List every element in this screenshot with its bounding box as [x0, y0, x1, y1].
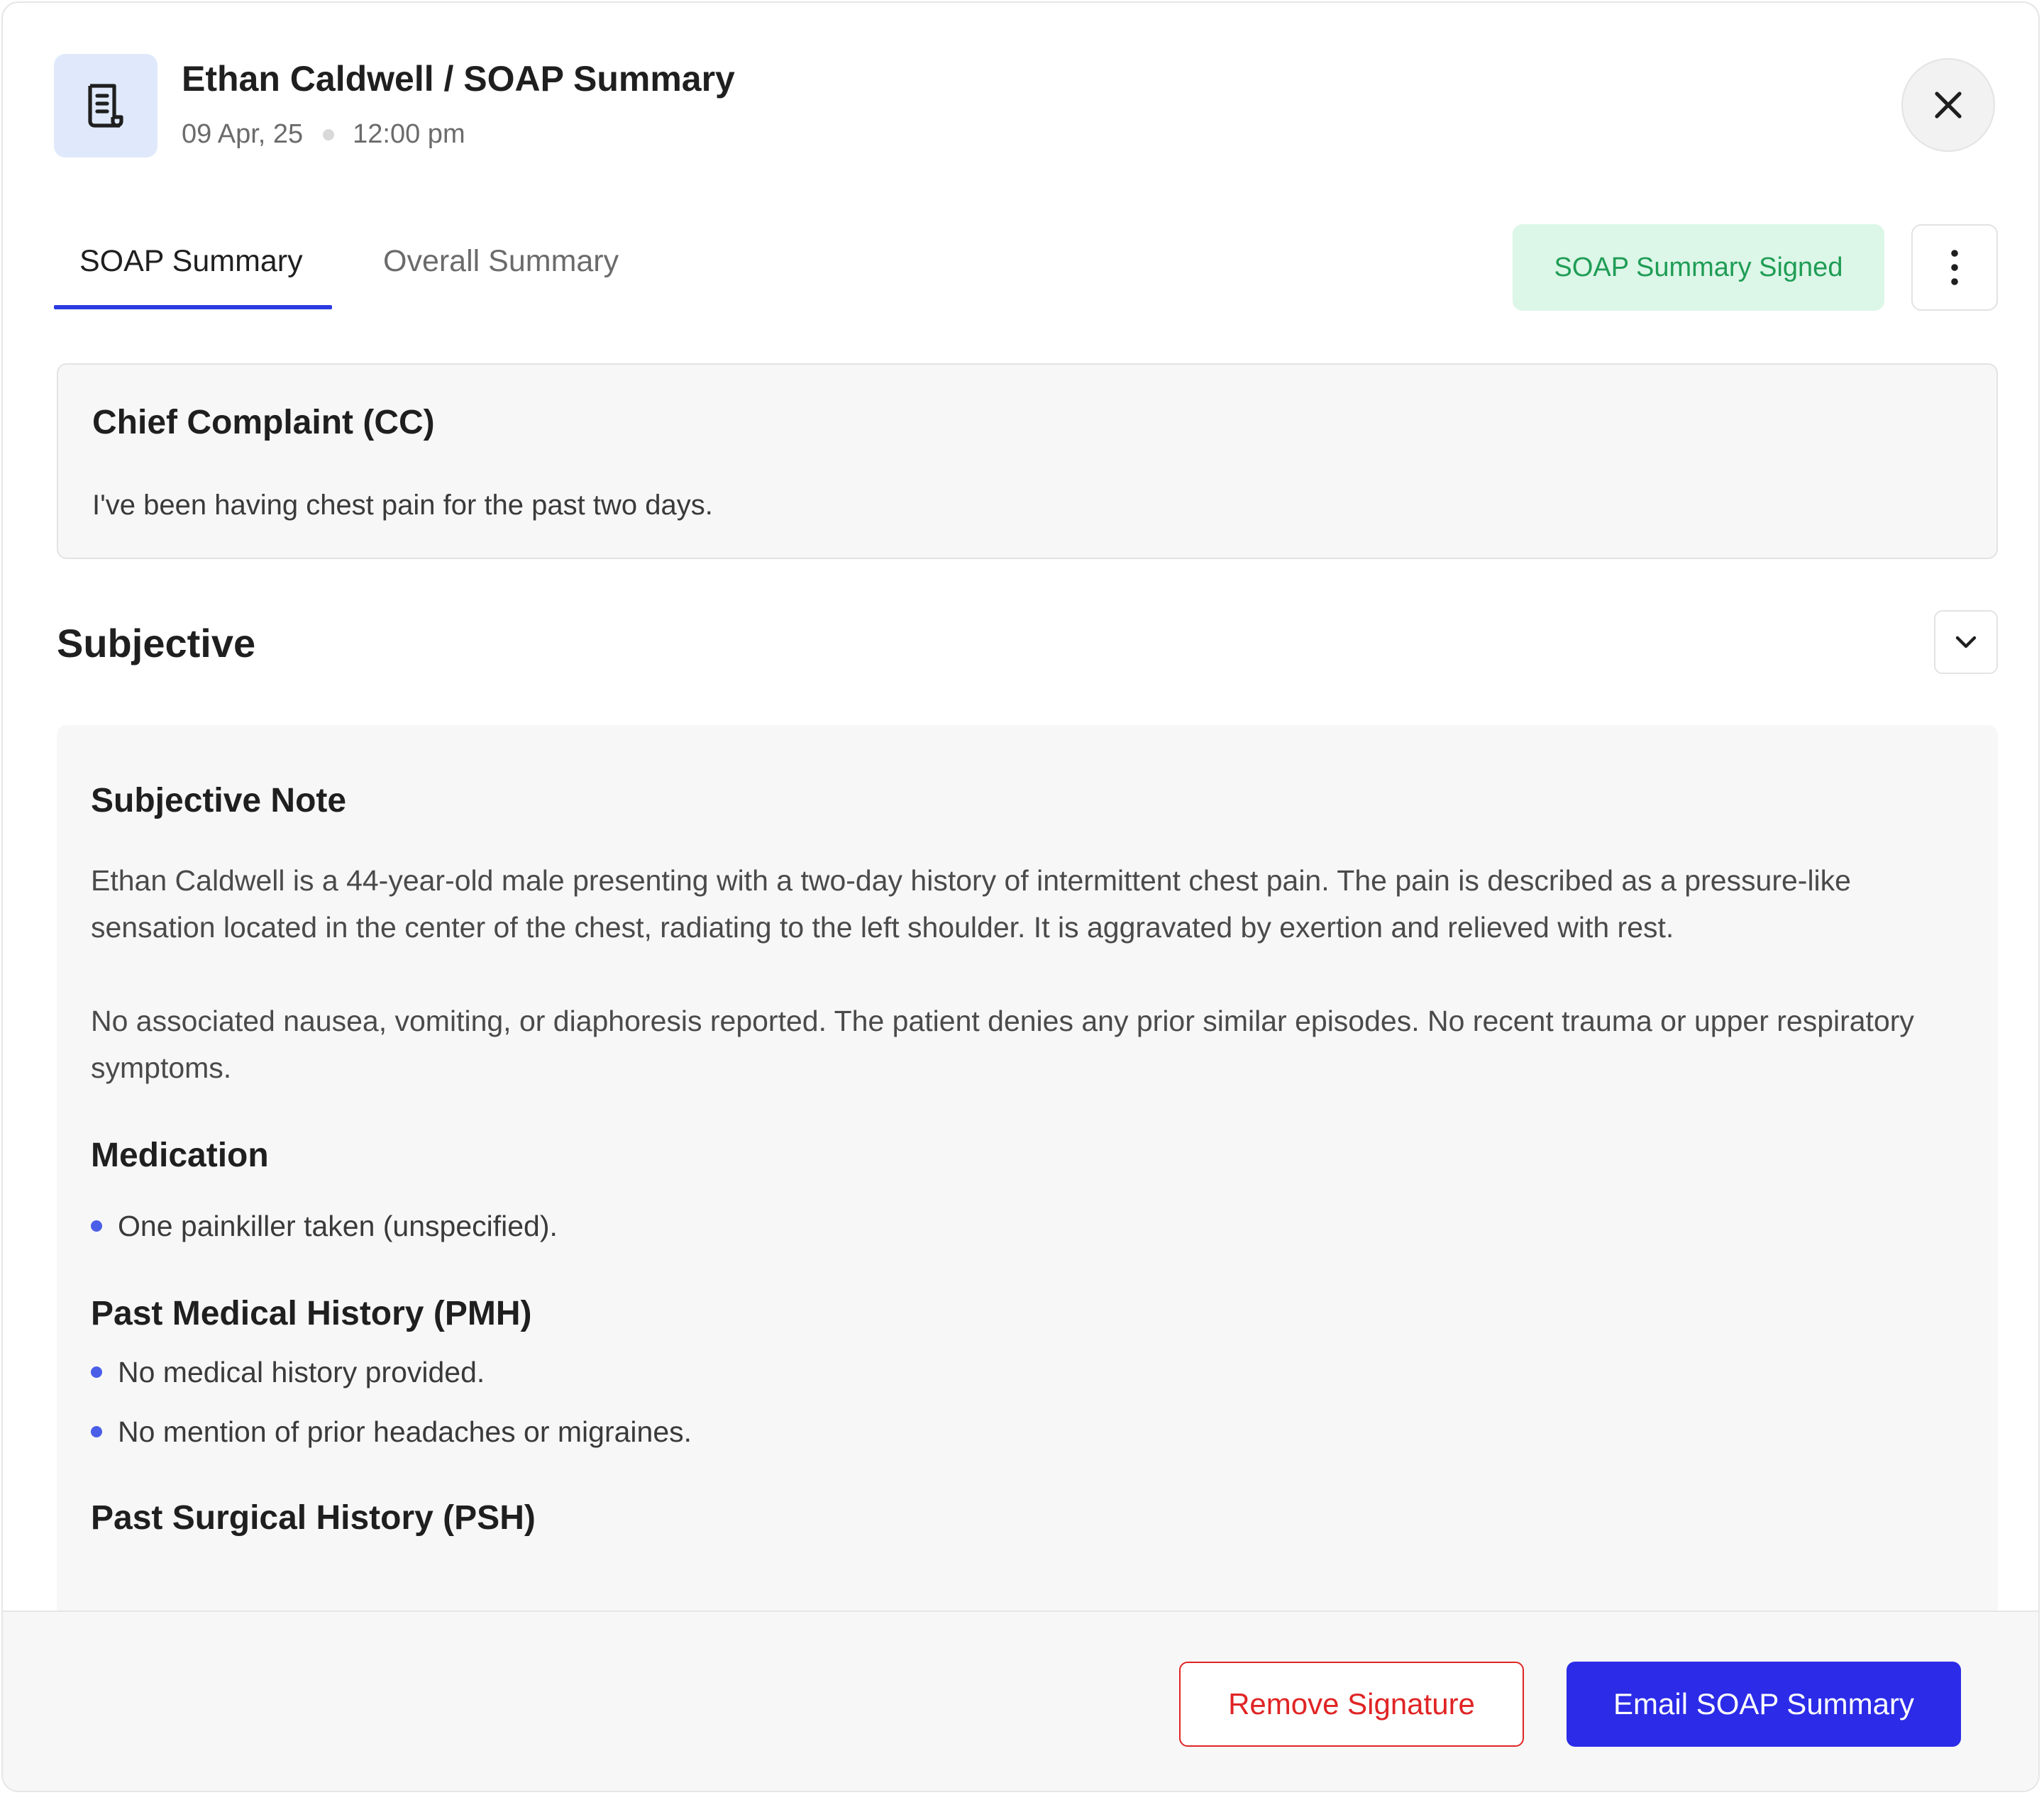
date-text: 09 Apr, 25: [182, 119, 304, 149]
subjective-note-title: Subjective Note: [91, 782, 347, 819]
medication-title: Medication: [91, 1136, 269, 1174]
psh-title: Past Surgical History (PSH): [91, 1498, 536, 1537]
more-options-button[interactable]: [1911, 224, 1998, 311]
pmh-item-text: No mention of prior headaches or migrain…: [118, 1415, 692, 1448]
bullet-dot: [91, 1425, 102, 1437]
footer-bar: Remove Signature Email SOAP Summary: [3, 1611, 2038, 1791]
subjective-paragraph: No associated nausea, vomiting, or diaph…: [91, 1004, 1914, 1084]
subjective-toggle-button[interactable]: [1934, 610, 1998, 674]
list-item: No mention of prior headaches or migrain…: [91, 1408, 1971, 1455]
medication-item-text: One painkiller taken (unspecified).: [118, 1210, 558, 1243]
list-item: No medical history provided.: [91, 1349, 1971, 1396]
bullet-dot: [91, 1366, 102, 1378]
close-button[interactable]: [1901, 58, 1995, 152]
chief-complaint-title: Chief Complaint (CC): [92, 404, 435, 441]
bullet-dot: [91, 1220, 102, 1232]
separator-dot: [323, 128, 335, 140]
chevron-down-icon: [1955, 636, 1977, 648]
status-badge: SOAP Summary Signed: [1513, 224, 1884, 311]
timestamp: 09 Apr, 25 12:00 pm: [182, 119, 465, 150]
tab-overall-summary[interactable]: Overall Summary: [383, 244, 619, 279]
active-tab-indicator: [54, 305, 332, 309]
chief-complaint-text: I've been having chest pain for the past…: [92, 490, 713, 521]
email-soap-summary-button[interactable]: Email SOAP Summary: [1567, 1662, 1961, 1747]
chief-complaint-card: Chief Complaint (CC) I've been having ch…: [57, 363, 1998, 559]
subjective-section-title: Subjective: [57, 621, 256, 665]
soap-summary-modal: Ethan Caldwell / SOAP Summary 09 Apr, 25…: [1, 1, 2040, 1792]
remove-signature-button[interactable]: Remove Signature: [1179, 1662, 1524, 1747]
pmh-title: Past Medical History (PMH): [91, 1295, 532, 1333]
time-text: 12:00 pm: [353, 119, 465, 149]
more-vertical-icon: [1951, 250, 1958, 285]
close-icon: [1935, 92, 1962, 118]
tab-soap-summary[interactable]: SOAP Summary: [79, 244, 303, 279]
page-title: Ethan Caldwell / SOAP Summary: [182, 59, 735, 99]
subjective-card: Subjective Note Ethan Caldwell is a 44-y…: [57, 725, 1998, 1647]
pmh-item-text: No medical history provided.: [118, 1355, 485, 1388]
list-item: One painkiller taken (unspecified).: [91, 1203, 1971, 1249]
document-icon: [54, 54, 158, 158]
subjective-paragraph: Ethan Caldwell is a 44-year-old male pre…: [91, 863, 1851, 944]
